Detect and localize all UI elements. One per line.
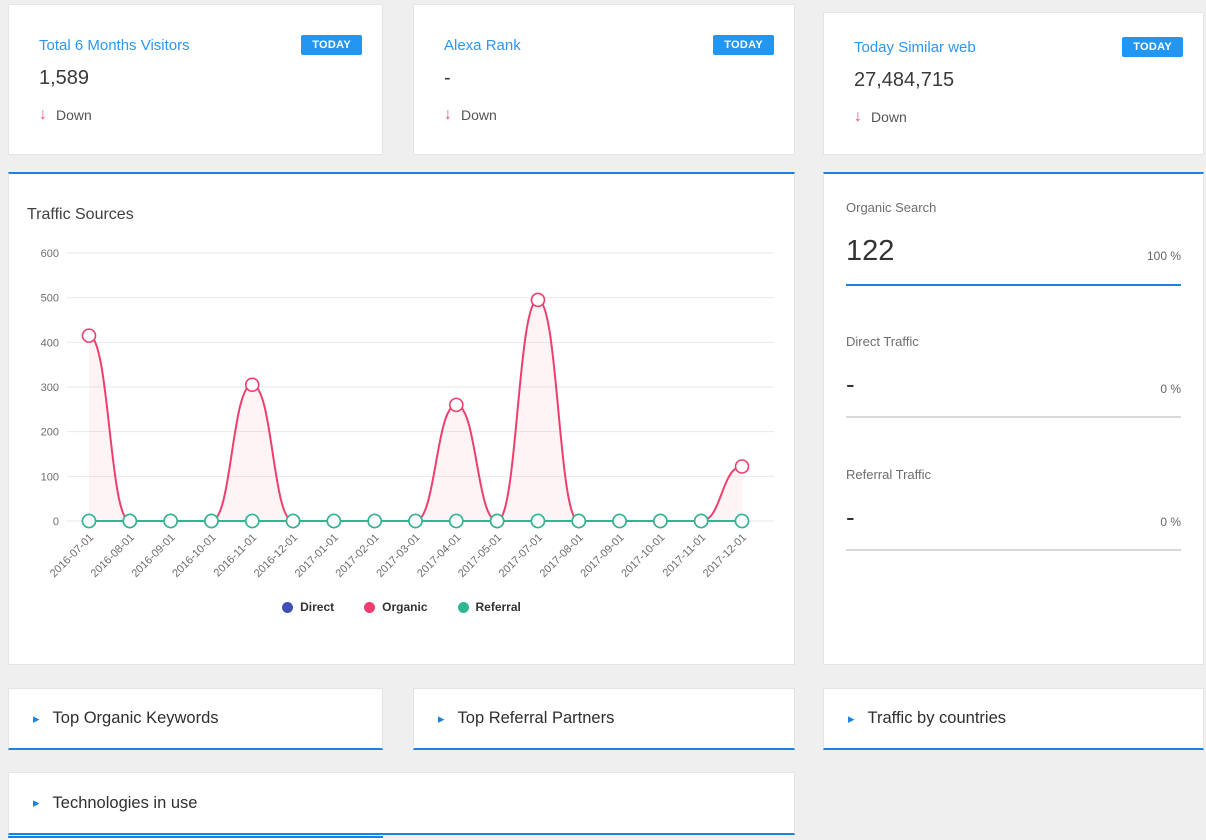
stat-card-value: 1,589: [39, 67, 90, 89]
svg-text:2016-10-01: 2016-10-01: [170, 532, 218, 580]
stat-card-header: Today Similar web TODAY: [854, 37, 1183, 57]
expand-right-icon: ▸: [33, 710, 40, 726]
summary-row-referral-traffic: Referral Traffic - 0 %: [846, 467, 1181, 551]
today-badge: TODAY: [1122, 37, 1183, 57]
svg-text:400: 400: [41, 337, 59, 349]
svg-text:300: 300: [41, 382, 59, 394]
traffic-sources-panel: Traffic Sources 600 500 400 300 200 100 0 2016-…: [8, 172, 795, 665]
summary-row-percent: 0 %: [1160, 515, 1181, 529]
summary-row-direct-traffic: Direct Traffic - 0 %: [846, 334, 1181, 418]
stat-card-similarweb: Today Similar web TODAY 27,484,715 ↓ Dow…: [823, 12, 1204, 155]
today-badge: TODAY: [301, 35, 362, 55]
panel-title: Technologies in use: [52, 793, 198, 812]
summary-row-title: Referral Traffic: [846, 467, 932, 482]
seo-dashboard: Total 6 Months Visitors TODAY 1,589 ↓ Do…: [0, 0, 1206, 840]
summary-row-percent: 0 %: [1160, 382, 1181, 396]
svg-text:100: 100: [41, 471, 59, 483]
legend-label: Direct: [300, 600, 335, 614]
legend-item-referral[interactable]: Referral: [457, 600, 521, 614]
traffic-sources-chart[interactable]: 600 500 400 300 200 100 0 2016-07-01 2016-08-01 2…: [9, 234, 796, 599]
direct-series-dot: [282, 601, 294, 613]
referral-series-dot: [457, 601, 469, 613]
stat-card-value: -: [444, 67, 451, 89]
panel-top-referral-partners: ▸ Top Referral Partners: [413, 688, 795, 750]
expand-right-icon: ▸: [33, 795, 40, 810]
summary-row-bar: [846, 284, 1181, 286]
top-organic-keywords-header[interactable]: ▸ Top Organic Keywords: [9, 689, 382, 748]
legend-label: Referral: [475, 600, 521, 614]
stat-card-trend: ↓ Down: [444, 106, 764, 124]
summary-row-main: 122 100 %: [846, 235, 1181, 268]
expand-right-icon: ▸: [848, 710, 855, 726]
down-arrow-icon: ↓: [854, 108, 862, 125]
svg-text:500: 500: [41, 293, 59, 305]
next-panel-edge: [8, 836, 383, 840]
trend-label: Down: [461, 107, 497, 123]
summary-row-value: -: [846, 502, 855, 532]
panel-title: Top Organic Keywords: [52, 709, 219, 727]
traffic-summary-panel: Organic Search 122 100 % Direct Traffic …: [823, 172, 1204, 665]
summary-row-bar: [846, 416, 1181, 418]
legend-item-organic[interactable]: Organic: [364, 600, 428, 614]
traffic-by-countries-header[interactable]: ▸ Traffic by countries: [824, 689, 1203, 748]
trend-label: Down: [871, 109, 907, 125]
svg-text:2017-12-01: 2017-12-01: [701, 532, 749, 580]
down-arrow-icon: ↓: [444, 106, 452, 123]
organic-series-dot: [364, 601, 376, 613]
stat-card-title: Total 6 Months Visitors: [39, 36, 190, 54]
stat-card-trend: ↓ Down: [854, 108, 1173, 126]
stat-card-alexa-rank: Alexa Rank TODAY - ↓ Down: [413, 4, 795, 155]
stat-card-visitors: Total 6 Months Visitors TODAY 1,589 ↓ Do…: [8, 4, 383, 155]
summary-row-title: Direct Traffic: [846, 334, 919, 349]
panel-technologies-in-use: ▸ Technologies in use: [8, 772, 795, 835]
panel-traffic-by-countries: ▸ Traffic by countries: [823, 688, 1204, 750]
summary-row-value: 122: [846, 235, 895, 267]
legend-label: Organic: [382, 600, 428, 614]
today-badge: TODAY: [713, 35, 774, 55]
panel-title: Traffic by countries: [867, 709, 1007, 727]
stat-card-header: Total 6 Months Visitors TODAY: [39, 35, 362, 55]
summary-row-title: Organic Search: [846, 200, 937, 215]
svg-text:2017-10-01: 2017-10-01: [619, 532, 667, 580]
legend-item-direct[interactable]: Direct: [282, 600, 334, 614]
svg-text:200: 200: [41, 427, 59, 439]
svg-text:600: 600: [41, 248, 59, 260]
summary-row-value: -: [846, 369, 855, 399]
summary-row-organic-search: Organic Search 122 100 %: [846, 200, 1181, 286]
stat-card-value: 27,484,715: [854, 69, 955, 91]
stat-card-trend: ↓ Down: [39, 106, 352, 124]
stat-card-header: Alexa Rank TODAY: [444, 35, 774, 55]
stat-card-title: Today Similar web: [854, 38, 976, 56]
panel-title: Top Referral Partners: [457, 709, 615, 727]
summary-row-bar: [846, 549, 1181, 551]
down-arrow-icon: ↓: [39, 106, 47, 123]
summary-row-percent: 100 %: [1146, 249, 1181, 263]
panel-top-organic-keywords: ▸ Top Organic Keywords: [8, 688, 383, 750]
stat-card-title: Alexa Rank: [444, 36, 521, 54]
expand-right-icon: ▸: [438, 710, 445, 726]
chart-legend: Direct Organic Referral: [9, 600, 794, 614]
summary-row-main: - 0 %: [846, 369, 1181, 400]
svg-text:0: 0: [53, 516, 59, 528]
technologies-in-use-header[interactable]: ▸ Technologies in use: [9, 773, 794, 833]
trend-label: Down: [56, 107, 92, 123]
traffic-sources-title: Traffic Sources: [27, 206, 134, 223]
summary-row-main: - 0 %: [846, 502, 1181, 533]
top-referral-partners-header[interactable]: ▸ Top Referral Partners: [414, 689, 794, 748]
